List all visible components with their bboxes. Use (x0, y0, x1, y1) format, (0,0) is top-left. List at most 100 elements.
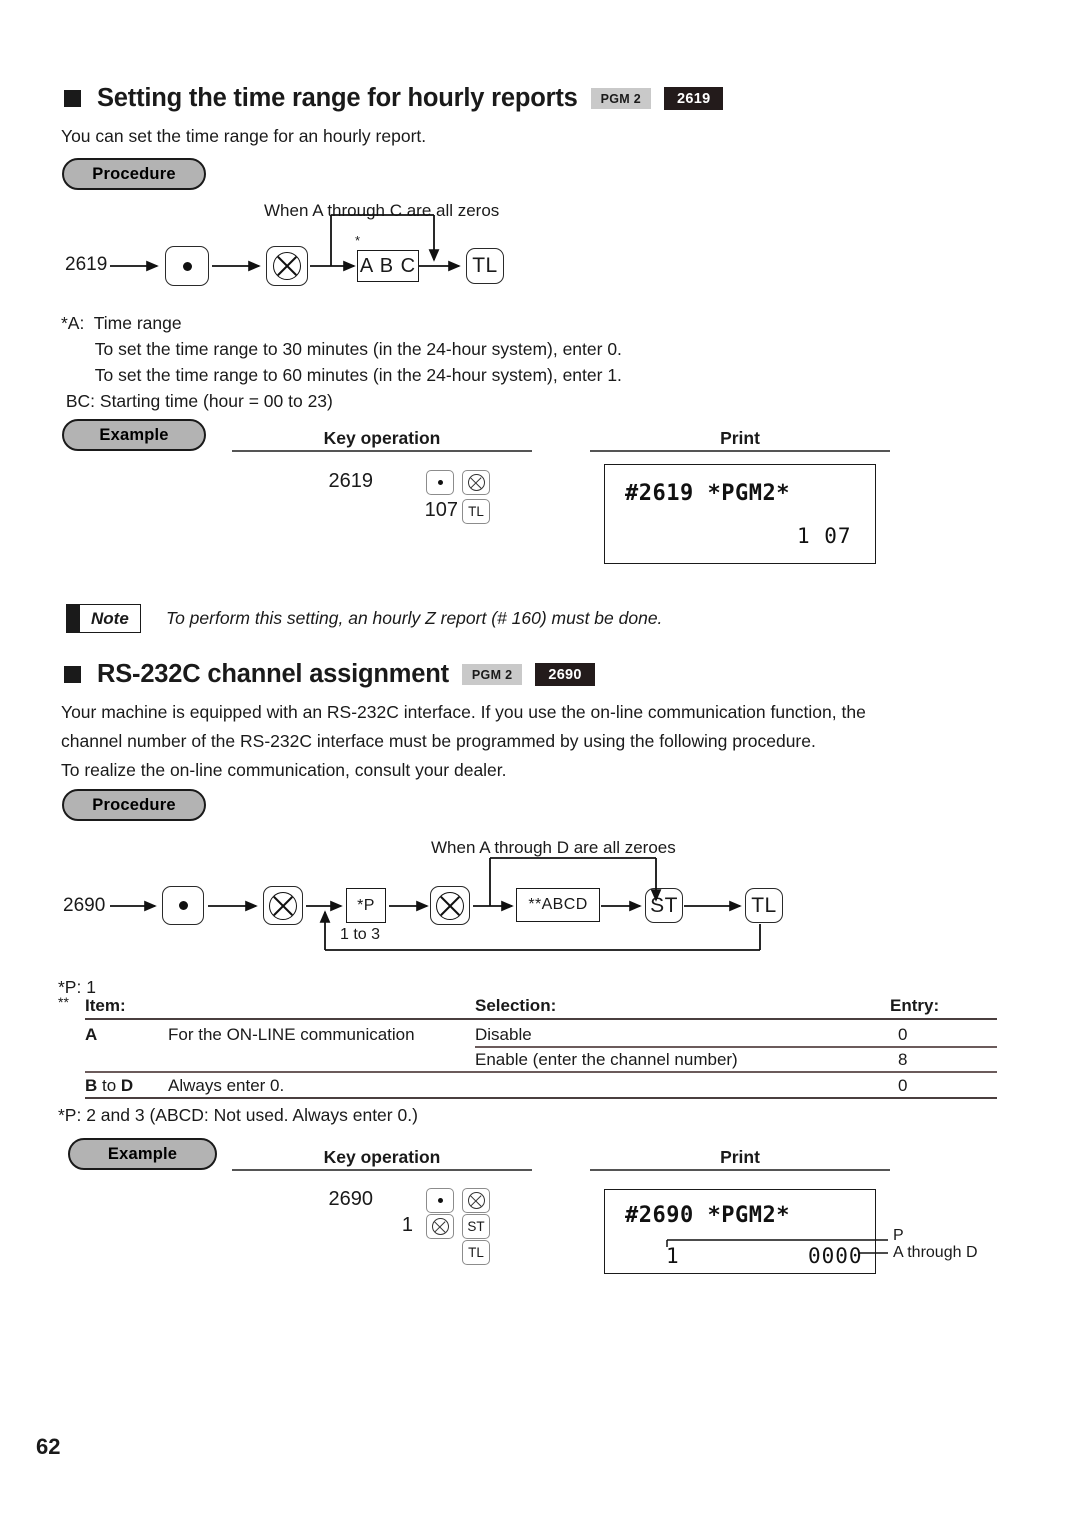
note-text: To perform this setting, an hourly Z rep… (166, 608, 663, 628)
keyop1-row2-num: 107 (424, 499, 458, 521)
table-rule-header (85, 1018, 997, 1021)
table-row-2-entry: 0 (898, 1076, 908, 1095)
table-header-selection: Selection: (475, 996, 557, 1015)
keyop-rule-2 (232, 1169, 532, 1171)
keyop1-row1-key-dot (426, 470, 454, 495)
print-receipt-1 (604, 464, 876, 564)
table-header-entry: Entry: (890, 996, 940, 1015)
keyop2-row3-key-tl: TL (462, 1240, 490, 1265)
multiply-circle-icon (467, 474, 485, 491)
diagram2-key-multiply-1 (263, 886, 303, 925)
diagram2-start-code: 2690 (63, 895, 106, 916)
table-row-0-desc: For the ON-LINE communication (168, 1025, 415, 1044)
receipt2-value-left: 1 (666, 1244, 680, 1268)
note-bar-icon (67, 605, 80, 632)
keyop2-row1-num: 2690 (328, 1188, 374, 1210)
table-rule-row0 (475, 1046, 997, 1048)
table-row-1-selection: Enable (enter the channel number) (475, 1050, 738, 1069)
diagram1-start-code: 2619 (65, 254, 108, 275)
table-rule-row1 (85, 1071, 997, 1073)
receipt2-line1: #2690 *PGM2* (625, 1203, 790, 1228)
receipt2-callout-p: P (893, 1227, 904, 1244)
receipt2-value-right: 0000 (808, 1244, 863, 1268)
keyop-header-2: Key operation (323, 1147, 441, 1167)
table-row-1-entry: 8 (898, 1050, 908, 1069)
badge-code-2: 2690 (535, 663, 595, 686)
table-row-2-item: B to D (85, 1076, 134, 1095)
section-title-2: RS-232C channel assignment (97, 660, 449, 688)
section1-note-2: To set the time range to 60 minutes (in … (61, 365, 622, 385)
keyop-rule-1 (232, 450, 532, 452)
badge-mode-1: PGM 2 (590, 88, 652, 109)
table-row-0-item: A (85, 1025, 98, 1044)
diagram2-key-multiply-2 (430, 886, 470, 925)
section2-paragraph-2: To realize the on-line communication, co… (61, 760, 507, 780)
badge-code-1: 2619 (664, 87, 724, 110)
keyop1-row1-num: 2619 (328, 470, 374, 492)
procedure-pill-2: Procedure (62, 789, 206, 821)
table-double-asterisk: ** (58, 994, 69, 1010)
receipt1-line2: 1 07 (797, 524, 852, 548)
print-rule-2 (590, 1169, 890, 1171)
dot-icon (437, 480, 443, 485)
table-row-2-desc: Always enter 0. (168, 1076, 285, 1095)
keyop2-row2-num: 1 (401, 1214, 413, 1236)
print-header-2: Print (720, 1147, 760, 1167)
keyop2-row2-key-multiply (426, 1214, 454, 1239)
diagram1-key-tl: TL (466, 248, 504, 284)
dot-icon (182, 261, 192, 271)
print-header-1: Print (720, 428, 760, 448)
keyop2-row1-key-dot (426, 1188, 454, 1213)
diagram1-abc-asterisk: * (355, 233, 361, 248)
diagram2-branch-note: When A through D are all zeroes (431, 838, 676, 857)
section-title-1: Setting the time range for hourly report… (97, 84, 578, 112)
diagram1-box-abc: A B C (357, 250, 419, 282)
dot-icon (178, 901, 188, 910)
diagram2-key-dot (162, 886, 204, 925)
section-1-intro: You can set the time range for an hourly… (61, 126, 427, 146)
keyop2-row1-key-multiply (462, 1188, 490, 1213)
table-row-0-entry: 0 (898, 1025, 908, 1044)
dot-icon (437, 1198, 443, 1203)
keyop-header-1: Key operation (323, 428, 441, 448)
diagram1-key-multiply (266, 246, 308, 286)
note-box: Note (66, 604, 141, 633)
section-heading-1: Setting the time range for hourly report… (64, 84, 724, 113)
table-rule-bottom (85, 1097, 997, 1100)
diagram2-loop-label: 1 to 3 (340, 926, 381, 943)
note-label: Note (91, 608, 129, 628)
badge-mode-2: PGM 2 (461, 664, 523, 685)
section1-note-1: To set the time range to 30 minutes (in … (61, 339, 622, 359)
section2-p-note2: *P: 2 and 3 (ABCD: Not used. Always ente… (58, 1105, 418, 1125)
example-pill-1: Example (62, 419, 206, 451)
receipt2-callout-abcd: A through D (893, 1244, 978, 1261)
table-header-item: Item: (85, 996, 126, 1015)
multiply-circle-icon (273, 252, 301, 280)
square-bullet-icon (64, 666, 81, 683)
keyop1-row1-key-multiply (462, 470, 490, 495)
receipt1-line1: #2619 *PGM2* (625, 481, 790, 506)
section-heading-2: RS-232C channel assignment PGM 2 2690 (64, 660, 595, 689)
section2-paragraph-0: Your machine is equipped with an RS-232C… (61, 702, 866, 722)
multiply-circle-icon (436, 891, 464, 920)
diagram1-branch-note: When A through C are all zeros (264, 201, 500, 220)
diagram2-key-tl: TL (745, 888, 783, 923)
diagram2-box-p: *P (346, 888, 386, 923)
example-pill-2: Example (68, 1138, 217, 1170)
multiply-circle-icon (269, 891, 297, 920)
section1-note-3: BC: Starting time (hour = 00 to 23) (61, 391, 333, 411)
multiply-circle-icon (467, 1192, 485, 1209)
section1-note-0: *A: Time range (61, 313, 182, 333)
diagram2-box-abcd: **ABCD (516, 888, 600, 922)
section2-paragraph-1: channel number of the RS-232C interface … (61, 731, 816, 751)
multiply-circle-icon (431, 1218, 449, 1235)
procedure-pill-1: Procedure (62, 158, 206, 190)
diagram1-key-dot (165, 246, 209, 286)
table-row-0-selection: Disable (475, 1025, 532, 1044)
keyop1-row2-key-tl: TL (462, 499, 490, 524)
square-bullet-icon (64, 90, 81, 107)
diagram2-key-st: ST (645, 888, 683, 923)
document-page: Setting the time range for hourly report… (0, 0, 1080, 1526)
keyop2-row2-key-st: ST (462, 1214, 490, 1239)
print-rule-1 (590, 450, 890, 452)
